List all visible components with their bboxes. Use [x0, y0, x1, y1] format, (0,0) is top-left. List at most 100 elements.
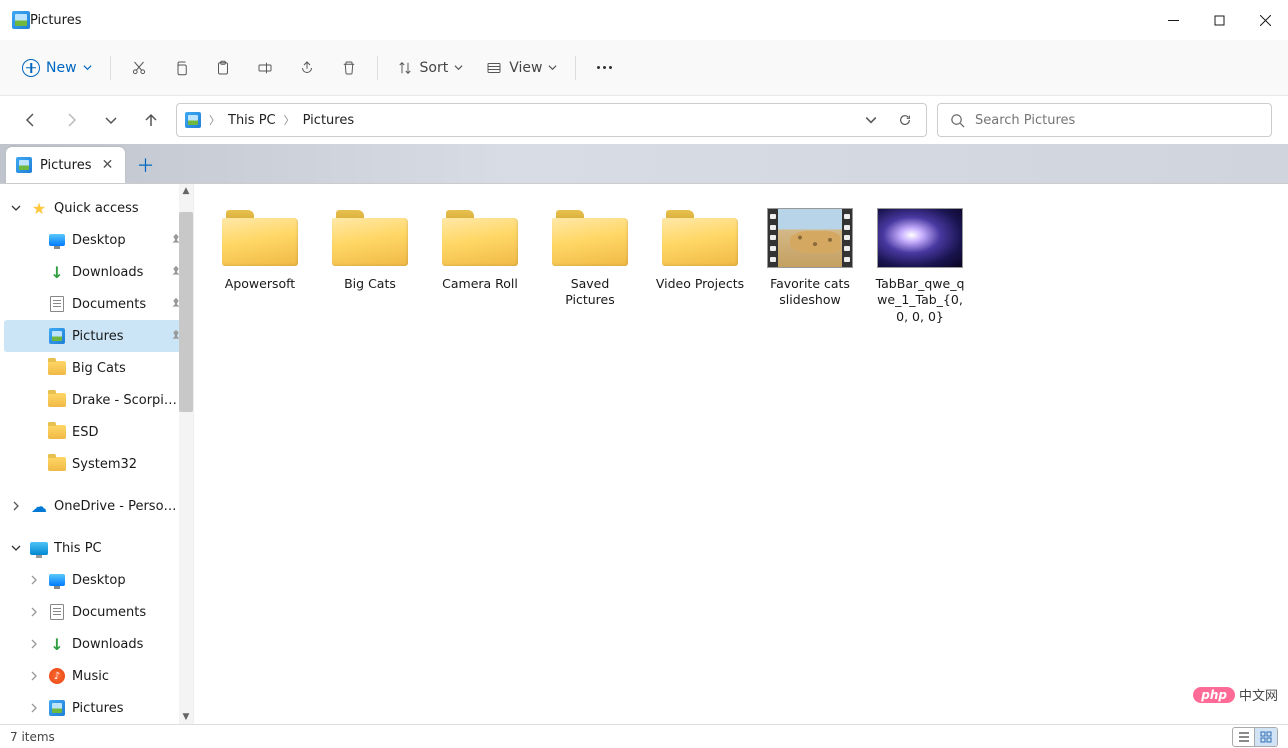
chevron-down-icon[interactable]: [8, 200, 24, 216]
sidebar-this-pc[interactable]: This PC: [4, 532, 189, 564]
scrollbar-thumb[interactable]: [179, 212, 193, 412]
navbar: 〉 This PC 〉 Pictures: [0, 96, 1288, 144]
forward-button[interactable]: [56, 105, 86, 135]
tabstrip: Pictures ✕ ＋: [0, 144, 1288, 184]
folder-icon: [48, 393, 66, 407]
chevron-right-icon[interactable]: [8, 498, 24, 514]
chevron-right-icon[interactable]: [26, 668, 42, 684]
cut-button[interactable]: [119, 50, 159, 86]
new-label: New: [46, 60, 77, 76]
breadcrumb-root[interactable]: This PC: [228, 113, 276, 128]
separator: [110, 56, 111, 80]
sidebar-scrollbar[interactable]: ▲ ▼: [179, 184, 193, 724]
delete-button[interactable]: [329, 50, 369, 86]
tree-label: OneDrive - Personal: [54, 499, 183, 514]
search-box[interactable]: [937, 103, 1272, 137]
tree-label: Desktop: [72, 233, 163, 248]
folder-camera-roll[interactable]: Camera Roll: [430, 202, 530, 296]
pictures-icon: [16, 157, 32, 173]
address-dropdown[interactable]: [858, 107, 884, 133]
sidebar-downloads[interactable]: ↓ Downloads: [4, 256, 189, 288]
address-bar[interactable]: 〉 This PC 〉 Pictures: [176, 103, 927, 137]
sidebar-tp-desktop[interactable]: Desktop: [4, 564, 189, 596]
tree-label: Downloads: [72, 637, 183, 652]
folder-icon: [662, 210, 738, 266]
more-icon: [597, 66, 612, 69]
minimize-button[interactable]: [1150, 0, 1196, 40]
chevron-right-icon[interactable]: [26, 700, 42, 716]
maximize-button[interactable]: [1196, 0, 1242, 40]
refresh-button[interactable]: [892, 107, 918, 133]
sidebar-onedrive[interactable]: ☁ OneDrive - Personal: [4, 490, 189, 522]
sidebar-documents[interactable]: Documents: [4, 288, 189, 320]
sort-button[interactable]: Sort: [386, 50, 474, 86]
breadcrumb-current[interactable]: Pictures: [303, 113, 354, 128]
separator: [377, 56, 378, 80]
chevron-right-icon[interactable]: [26, 636, 42, 652]
this-pc-icon: [30, 542, 48, 555]
sidebar: ★ Quick access Desktop ↓ Downloads Docum…: [0, 184, 194, 724]
sidebar-pictures[interactable]: Pictures: [4, 320, 189, 352]
more-button[interactable]: [584, 50, 624, 86]
item-label: TabBar_qwe_qwe_1_Tab_{0, 0, 0, 0}: [872, 276, 968, 325]
tree-label: Big Cats: [72, 361, 183, 376]
copy-button[interactable]: [161, 50, 201, 86]
sidebar-tp-downloads[interactable]: ↓ Downloads: [4, 628, 189, 660]
sort-icon: [396, 59, 414, 77]
paste-button[interactable]: [203, 50, 243, 86]
rename-button[interactable]: [245, 50, 285, 86]
folder-icon: [332, 210, 408, 266]
recent-locations-button[interactable]: [96, 105, 126, 135]
folder-video-projects[interactable]: Video Projects: [650, 202, 750, 296]
icons-view-button[interactable]: [1255, 728, 1277, 746]
new-button[interactable]: New: [12, 50, 102, 86]
search-input[interactable]: [975, 113, 1259, 128]
back-button[interactable]: [16, 105, 46, 135]
content-area[interactable]: Apowersoft Big Cats Camera Roll Saved Pi…: [194, 184, 1288, 724]
items-grid: Apowersoft Big Cats Camera Roll Saved Pi…: [210, 202, 1272, 329]
chevron-right-icon[interactable]: [26, 604, 42, 620]
sidebar-tp-music[interactable]: Music: [4, 660, 189, 692]
sidebar-system32[interactable]: System32: [4, 448, 189, 480]
cloud-icon: ☁: [30, 497, 48, 515]
view-label: View: [509, 60, 542, 76]
chevron-down-icon[interactable]: [8, 540, 24, 556]
file-favorite-cats[interactable]: Favorite cats slideshow: [760, 202, 860, 313]
tab-pictures[interactable]: Pictures ✕: [6, 147, 125, 183]
folder-icon: [48, 457, 66, 471]
image-thumbnail: [877, 208, 963, 268]
sidebar-quick-access[interactable]: ★ Quick access: [4, 192, 189, 224]
sidebar-tp-documents[interactable]: Documents: [4, 596, 189, 628]
pictures-app-icon: [12, 11, 30, 29]
tree-label: Downloads: [72, 265, 163, 280]
separator: [575, 56, 576, 80]
tab-close-button[interactable]: ✕: [99, 157, 115, 173]
sidebar-esd[interactable]: ESD: [4, 416, 189, 448]
tree-label: Desktop: [72, 573, 183, 588]
folder-big-cats[interactable]: Big Cats: [320, 202, 420, 296]
tree-label: Documents: [72, 605, 183, 620]
item-label: Video Projects: [656, 276, 744, 292]
file-tabbar[interactable]: TabBar_qwe_qwe_1_Tab_{0, 0, 0, 0}: [870, 202, 970, 329]
documents-icon: [50, 604, 64, 620]
view-icon: [485, 59, 503, 77]
details-view-button[interactable]: [1233, 728, 1255, 746]
new-tab-button[interactable]: ＋: [131, 151, 159, 179]
close-button[interactable]: [1242, 0, 1288, 40]
tree-label: This PC: [54, 541, 183, 556]
desktop-icon: [49, 234, 65, 246]
sidebar-drake[interactable]: Drake - Scorpion (320): [4, 384, 189, 416]
chevron-right-icon[interactable]: [26, 572, 42, 588]
view-button[interactable]: View: [475, 50, 567, 86]
view-toggle: [1232, 727, 1278, 747]
sidebar-tp-pictures[interactable]: Pictures: [4, 692, 189, 724]
star-icon: ★: [30, 199, 48, 217]
plus-circle-icon: [22, 59, 40, 77]
sidebar-big-cats[interactable]: Big Cats: [4, 352, 189, 384]
sidebar-desktop[interactable]: Desktop: [4, 224, 189, 256]
chevron-right-icon: 〉: [284, 112, 295, 128]
folder-apowersoft[interactable]: Apowersoft: [210, 202, 310, 296]
folder-saved-pictures[interactable]: Saved Pictures: [540, 202, 640, 313]
up-button[interactable]: [136, 105, 166, 135]
share-button[interactable]: [287, 50, 327, 86]
